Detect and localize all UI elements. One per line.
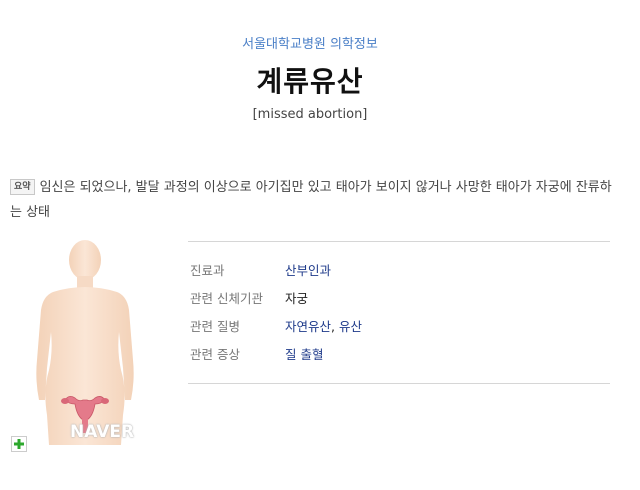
female-body-illustration [36,240,134,445]
encyclopedia-page: 서울대학교병원 의학정보 계류유산 [missed abortion] 요약 임신… [0,0,640,490]
summary-text: 임신은 되었으나, 발달 과정의 이상으로 아기집만 있고 태아가 보이지 않거… [10,180,612,220]
related-disease-link[interactable]: 유산 [339,319,362,334]
info-table: 진료과 산부인과 관련 신체기관 자궁 관련 질병 자연유산, 유산 관련 증상… [188,241,610,384]
page-title: 계류유산 [256,65,364,98]
expand-image-button[interactable] [11,436,27,452]
naver-watermark: NAVER [70,422,135,442]
summary-badge: 요약 [10,179,35,195]
info-label: 관련 신체기관 [190,291,263,306]
anatomy-figure[interactable]: NAVER [25,240,165,445]
info-value: 질 출혈 [285,345,323,365]
summary-section: 요약 임신은 되었으나, 발달 과정의 이상으로 아기집만 있고 태아가 보이지 … [10,175,615,225]
info-value: 자궁 [285,291,309,306]
related-symptom-link[interactable]: 질 출혈 [285,347,323,362]
source-link[interactable]: 서울대학교병원 의학정보 [0,33,620,52]
english-title: [missed abortion] [252,107,368,122]
related-disease-link[interactable]: 자연유산 [285,319,331,334]
info-label: 진료과 [190,263,225,278]
info-value: 산부인과 [285,261,331,281]
separator: , [331,319,339,334]
info-label: 관련 질병 [190,319,240,334]
department-link[interactable]: 산부인과 [285,263,331,278]
info-value: 자연유산, 유산 [285,317,362,337]
info-label: 관련 증상 [190,347,240,362]
plus-icon [14,439,24,449]
